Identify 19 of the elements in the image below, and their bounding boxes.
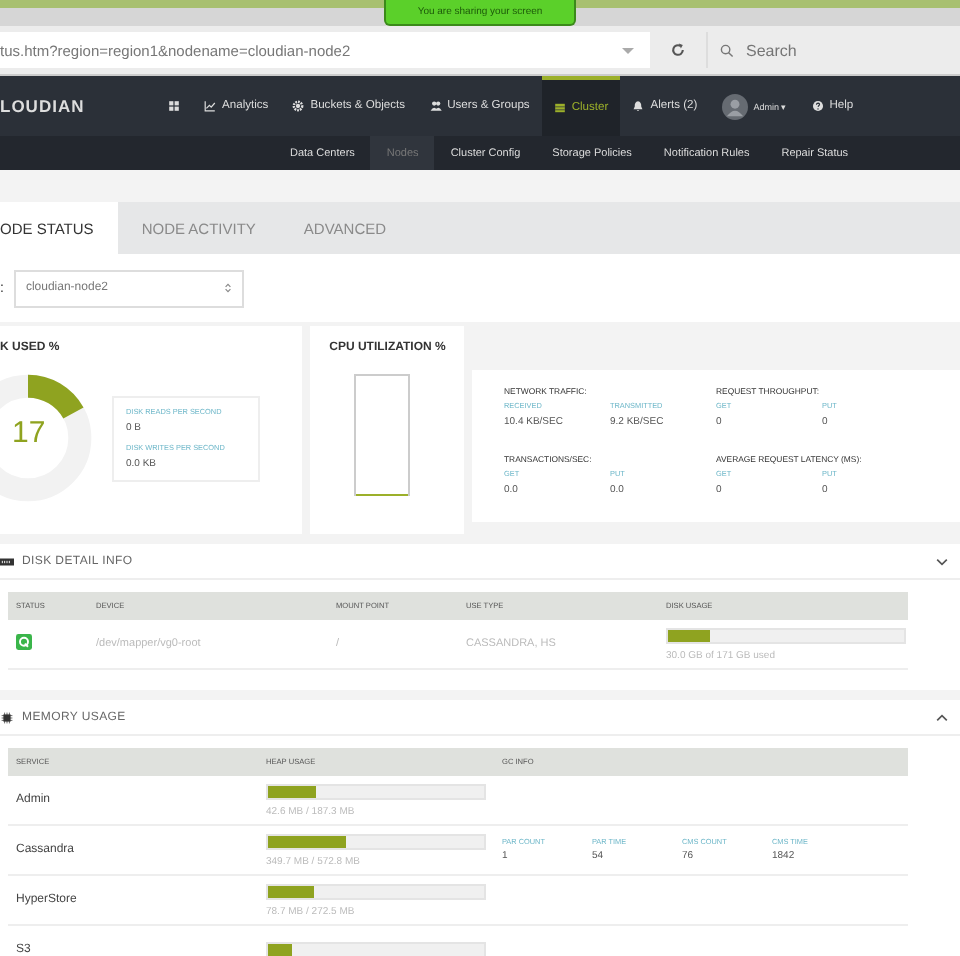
- chevron-icon[interactable]: [936, 557, 948, 565]
- updown-icon: [223, 282, 232, 294]
- logo: LOUDIAN: [0, 96, 87, 116]
- disk-used-value: 17: [12, 416, 46, 450]
- server-icon: [553, 102, 566, 114]
- users-icon: [429, 100, 442, 112]
- grid-icon: [168, 100, 180, 112]
- avatar-icon: [721, 93, 748, 119]
- status-ok-icon: [16, 634, 32, 650]
- reload-icon[interactable]: [670, 42, 686, 58]
- search-icon: [720, 43, 734, 57]
- search-field[interactable]: Search: [742, 39, 930, 61]
- gear-icon: [292, 100, 305, 112]
- chip-icon: [0, 711, 14, 723]
- help-icon: [811, 100, 824, 112]
- chevron-icon[interactable]: [936, 713, 948, 721]
- disk-icon: [0, 555, 14, 567]
- chart-icon: [204, 100, 216, 112]
- bell-icon: [632, 100, 645, 112]
